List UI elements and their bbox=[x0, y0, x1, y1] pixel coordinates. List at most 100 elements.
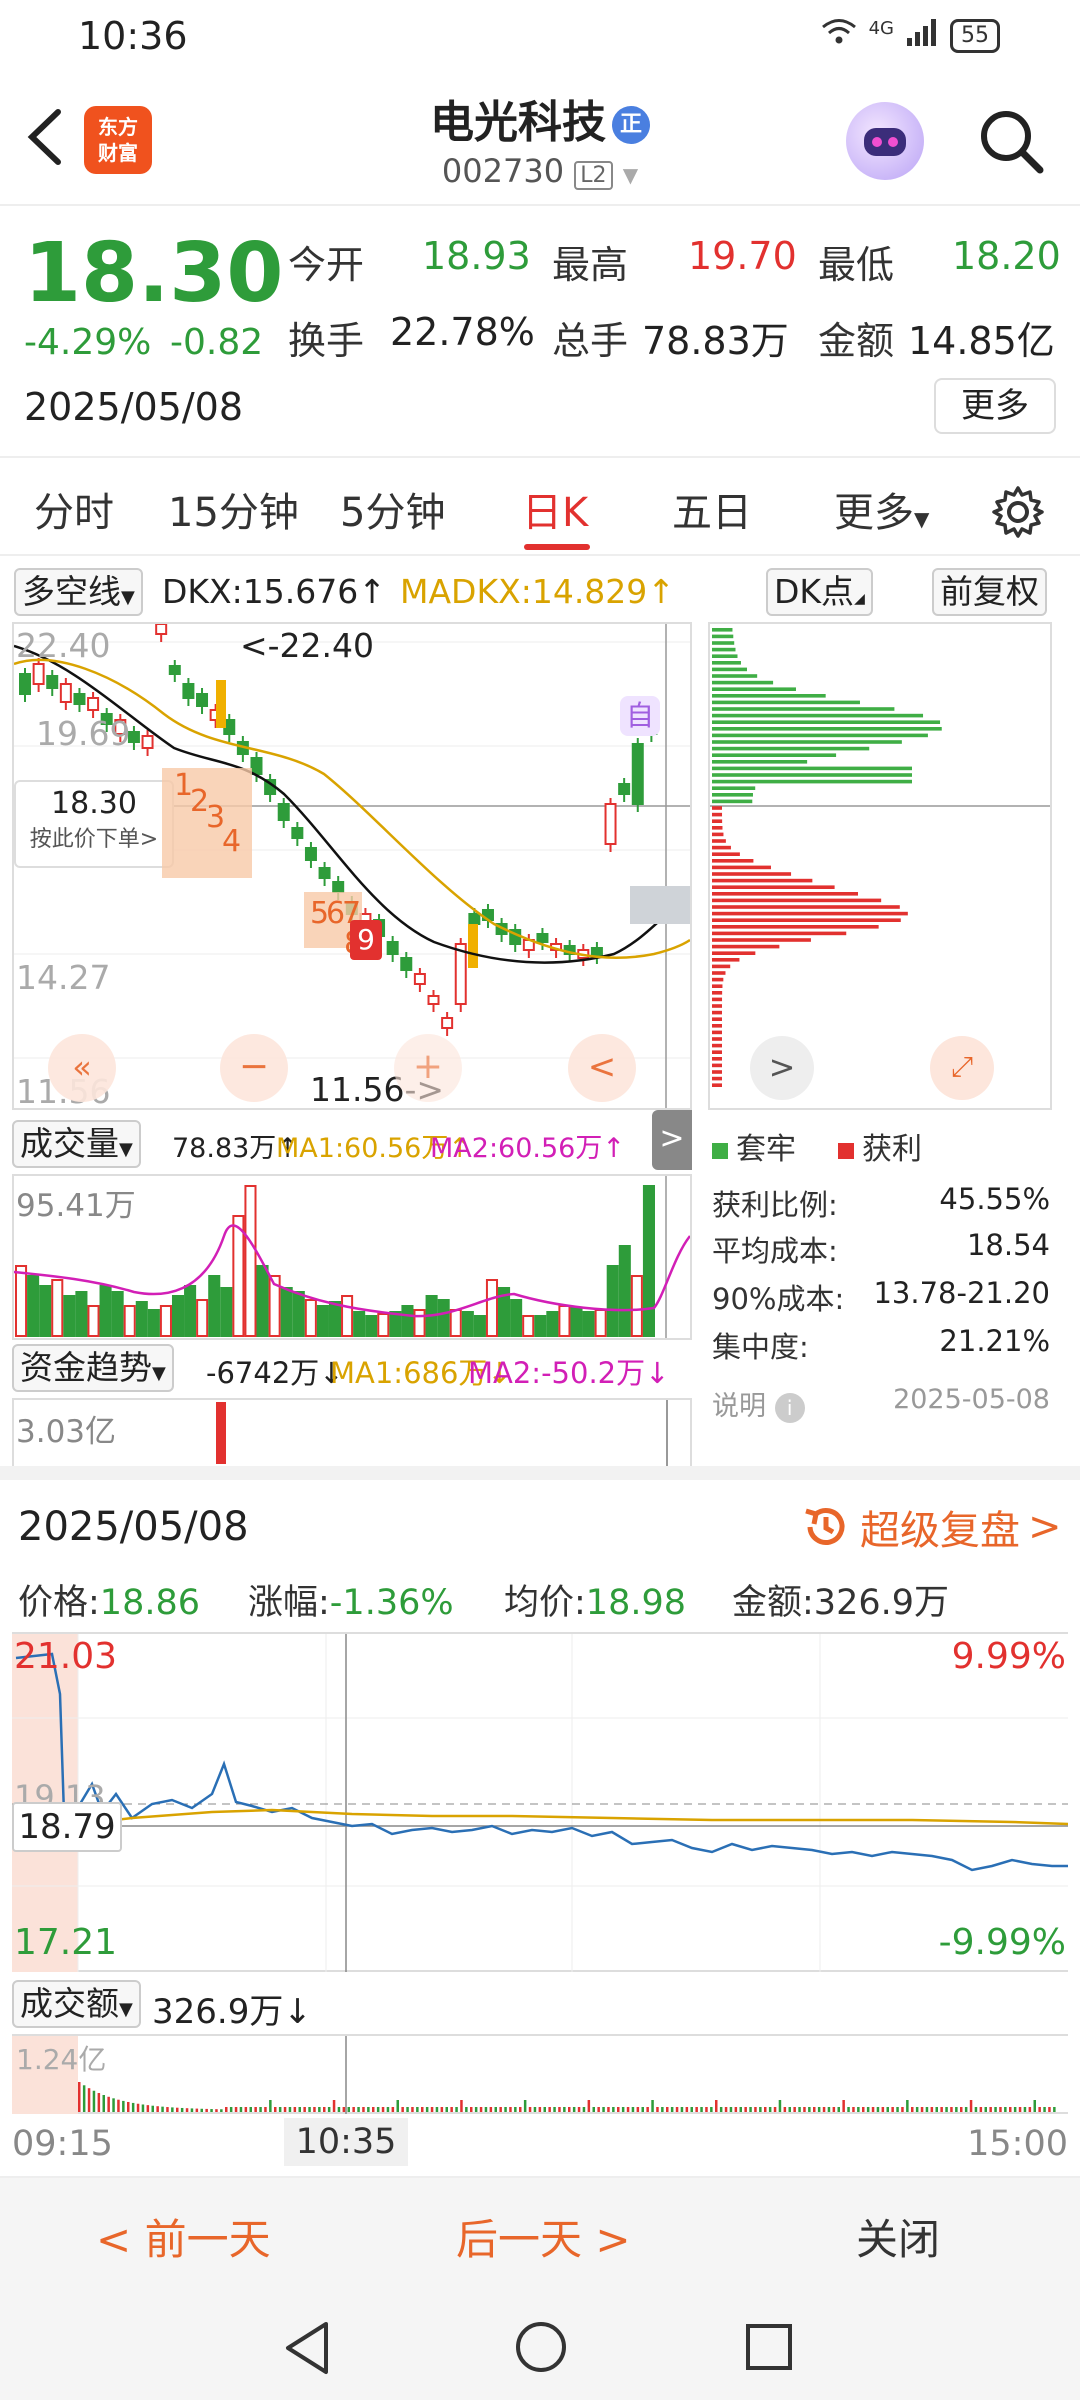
tab-intraday[interactable]: 分时 bbox=[34, 480, 114, 538]
amount-bar bbox=[1023, 2107, 1027, 2112]
amount-bar bbox=[234, 2107, 238, 2112]
volume-bar bbox=[510, 1299, 523, 1337]
dk-point-button[interactable]: DK点◢ bbox=[766, 568, 873, 616]
amount-bar bbox=[989, 2107, 992, 2112]
tab-15min[interactable]: 15分钟 bbox=[168, 480, 299, 538]
panel-toggle-button[interactable]: > bbox=[652, 1110, 692, 1170]
current-price: 18.30 bbox=[24, 226, 284, 321]
double-chevron-left-icon: « bbox=[72, 1048, 92, 1086]
chip-distribution-chart: > ⤢ bbox=[708, 622, 1052, 1110]
amount-bar bbox=[82, 2085, 86, 2112]
next-day-label: 后一天 bbox=[456, 2215, 583, 2264]
profit-ratio-value: 45.55% bbox=[939, 1182, 1050, 1216]
expand-button[interactable]: ⤢ bbox=[930, 1036, 994, 1100]
close-button[interactable]: 关闭 bbox=[856, 2206, 940, 2267]
adjust-button[interactable]: 前复权 bbox=[932, 568, 1047, 616]
cursor-price-tag: 18.79 bbox=[12, 1802, 122, 1852]
amount-bar bbox=[729, 2107, 733, 2112]
chip-bar bbox=[712, 1004, 723, 1008]
volume-bar bbox=[171, 1295, 185, 1337]
time-cursor-label: 10:35 bbox=[284, 2118, 408, 2166]
amount-bar bbox=[548, 2107, 551, 2112]
info-icon: i bbox=[774, 1393, 805, 1423]
chip-bar bbox=[712, 845, 731, 850]
capital-trend-selector[interactable]: 资金趋势▼ bbox=[12, 1344, 174, 1392]
more-quote-button[interactable]: 更多 bbox=[934, 378, 1056, 434]
volume-selector[interactable]: 成交量▼ bbox=[12, 1120, 141, 1168]
cost90-value: 13.78-21.20 bbox=[873, 1276, 1050, 1310]
chip-svg bbox=[710, 628, 1050, 1087]
amount-bar bbox=[744, 2107, 747, 2112]
candle-body bbox=[631, 743, 644, 805]
indicator-selector[interactable]: 多空线▼ bbox=[14, 568, 143, 616]
chip-note-label: 说明 bbox=[712, 1391, 766, 1422]
scroll-left-button[interactable]: < bbox=[568, 1034, 636, 1102]
prev-day-button[interactable]: < 前一天 bbox=[96, 2206, 271, 2267]
amount-bar bbox=[220, 2109, 223, 2112]
amount-selector[interactable]: 成交额▼ bbox=[12, 1980, 141, 2028]
volume-bar bbox=[27, 1275, 40, 1337]
replay-amount-value: 326.9万 bbox=[813, 1583, 949, 1623]
chip-next-button[interactable]: > bbox=[750, 1036, 814, 1100]
high-value: 19.70 bbox=[688, 234, 797, 278]
amount-bar bbox=[636, 2107, 640, 2112]
battery-icon: 55 bbox=[950, 18, 1000, 53]
tab-more[interactable]: 更多▼ bbox=[834, 480, 929, 538]
tab-more-label: 更多 bbox=[834, 490, 914, 536]
candle-body bbox=[277, 803, 290, 821]
amount-bar bbox=[617, 2107, 620, 2112]
sequence-mark-9: 9 bbox=[350, 920, 382, 960]
low-value: 18.20 bbox=[952, 234, 1061, 278]
scroll-left-fast-button[interactable]: « bbox=[48, 1034, 116, 1102]
nav-back-button[interactable] bbox=[282, 2320, 332, 2380]
corner-triangle-icon: ◢ bbox=[854, 591, 865, 607]
price-order-tag[interactable]: 18.30 按此价下单> bbox=[14, 780, 174, 868]
amount-bar bbox=[239, 2107, 243, 2112]
amount-bar bbox=[146, 2105, 150, 2112]
amount-selector-label: 成交额 bbox=[20, 1984, 119, 2023]
amount-bar bbox=[661, 2107, 664, 2112]
assistant-robot-icon[interactable] bbox=[846, 102, 924, 180]
settings-button[interactable] bbox=[990, 484, 1046, 544]
tab-five-day[interactable]: 五日 bbox=[672, 480, 752, 538]
chip-bar bbox=[712, 773, 912, 777]
chip-note-button[interactable]: 说明 i bbox=[712, 1384, 805, 1423]
chip-bar bbox=[712, 905, 900, 909]
capital-chart: 3.03亿 bbox=[12, 1398, 692, 1466]
nav-recents-button[interactable] bbox=[744, 2322, 794, 2376]
kline-chart[interactable]: 22.40 <-22.40 19.69 14.27 11.56 11.56-> … bbox=[12, 618, 692, 1111]
tab-daily-k[interactable]: 日K bbox=[522, 480, 588, 538]
amount-bar bbox=[1009, 2107, 1012, 2112]
super-replay-button[interactable]: 超级复盘 > bbox=[800, 1498, 1062, 1556]
volume-bar bbox=[196, 1299, 209, 1337]
next-day-button[interactable]: 后一天 > bbox=[456, 2206, 631, 2267]
amount-bar bbox=[205, 2108, 208, 2112]
super-replay-label: 超级复盘 bbox=[860, 1508, 1020, 1554]
amount-bar bbox=[911, 2107, 914, 2112]
chevron-right-icon: > bbox=[768, 1048, 796, 1086]
search-button[interactable] bbox=[976, 106, 1046, 176]
candle-body bbox=[332, 881, 345, 893]
volume-bar bbox=[135, 1301, 148, 1337]
chip-bar bbox=[712, 892, 859, 896]
amount-bar bbox=[381, 2107, 385, 2112]
capital-bar bbox=[216, 1402, 226, 1464]
amount-bar bbox=[881, 2107, 885, 2112]
period-tabs: 分时 15分钟 5分钟 日K 五日 更多▼ bbox=[0, 470, 1080, 556]
zoom-in-button[interactable]: + bbox=[394, 1034, 462, 1102]
amount-bar bbox=[156, 2106, 159, 2112]
amount-bar bbox=[739, 2107, 742, 2112]
caret-down-icon: ▼ bbox=[914, 507, 930, 531]
amount-bar bbox=[479, 2107, 483, 2112]
intraday-chart[interactable]: 21.03 9.99% 19.13 18.79 17.21 -9.99% bbox=[12, 1632, 1069, 1972]
tab-5min[interactable]: 5分钟 bbox=[340, 480, 445, 538]
replay-date: 2025/05/08 bbox=[18, 1504, 249, 1550]
nav-home-button[interactable] bbox=[514, 2320, 568, 2378]
kline-max-marker: <-22.40 bbox=[240, 626, 375, 665]
chip-bar bbox=[712, 997, 723, 1002]
zoom-out-button[interactable]: − bbox=[220, 1034, 288, 1102]
amount-bar bbox=[249, 2107, 252, 2112]
amount-bar bbox=[896, 2107, 899, 2112]
chip-bar bbox=[712, 700, 860, 705]
chip-bar bbox=[712, 984, 723, 988]
